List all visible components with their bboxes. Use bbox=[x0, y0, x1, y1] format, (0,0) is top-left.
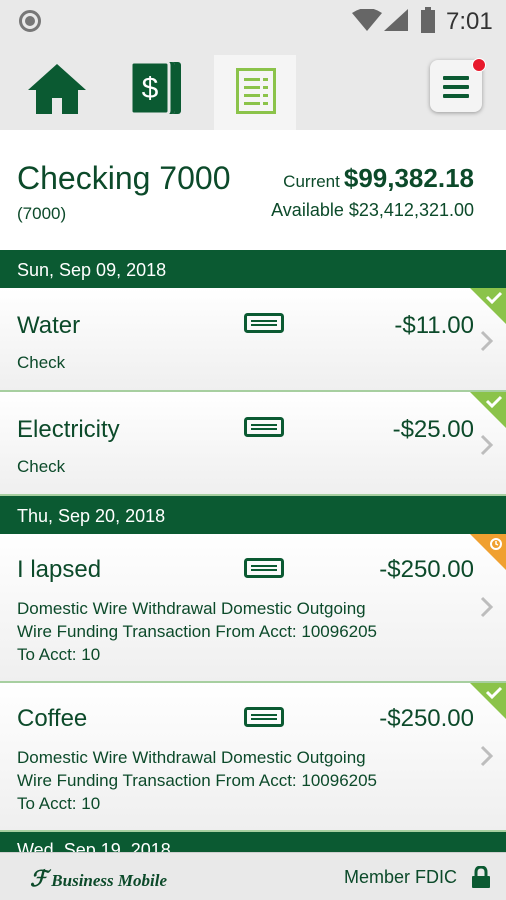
chevron-right-icon[interactable] bbox=[480, 330, 494, 352]
available-value: $23,412,321.00 bbox=[348, 200, 474, 220]
date-header: Wed, Sep 19, 2018 bbox=[0, 832, 506, 854]
description-line: Wire Funding Transaction From Acct: 1009… bbox=[17, 622, 378, 641]
brand-logo: ℱ Business Mobile bbox=[30, 866, 167, 892]
current-label: Current bbox=[283, 172, 340, 191]
transaction-amount: -$250.00 bbox=[379, 705, 474, 732]
battery-icon bbox=[421, 7, 435, 33]
transaction-name: Coffee bbox=[17, 705, 88, 732]
transaction-row[interactable]: Coffee -$250.00 Domestic Wire Withdrawal… bbox=[0, 683, 506, 832]
transaction-row[interactable]: Water Check -$11.00 bbox=[0, 288, 506, 392]
transaction-description: Domestic Wire Withdrawal Domestic Outgoi… bbox=[17, 597, 457, 666]
current-balance: Current $99,382.18 bbox=[283, 163, 474, 194]
current-value: $99,382.18 bbox=[343, 163, 474, 193]
hamburger-icon bbox=[443, 76, 469, 98]
transaction-name: Water bbox=[17, 312, 81, 339]
notification-dot-icon bbox=[19, 10, 41, 32]
notification-badge bbox=[472, 58, 486, 72]
transaction-type: Check bbox=[17, 457, 66, 476]
member-fdic-label: Member FDIC bbox=[344, 867, 458, 887]
card-icon bbox=[244, 313, 284, 333]
cleared-check-icon bbox=[470, 683, 506, 719]
description-line: Wire Funding Transaction From Acct: 1009… bbox=[17, 771, 378, 790]
account-number: (7000) bbox=[17, 204, 67, 223]
footer: ℱ Business Mobile Member FDIC bbox=[0, 852, 506, 900]
chevron-right-icon[interactable] bbox=[480, 596, 494, 618]
account-name: Checking 7000 bbox=[17, 160, 231, 196]
pending-clock-icon bbox=[470, 534, 506, 570]
description-line: Domestic Wire Withdrawal Domestic Outgoi… bbox=[17, 748, 366, 767]
available-balance: Available $23,412,321.00 bbox=[271, 200, 474, 221]
card-icon bbox=[244, 707, 284, 727]
home-icon[interactable] bbox=[26, 62, 88, 114]
svg-text:$: $ bbox=[142, 72, 159, 105]
card-icon bbox=[244, 558, 284, 578]
card-icon bbox=[244, 417, 284, 437]
cleared-check-icon bbox=[470, 288, 506, 324]
status-bar: 7:01 bbox=[0, 0, 506, 40]
description-line: Domestic Wire Withdrawal Domestic Outgoi… bbox=[17, 599, 366, 618]
wifi-icon bbox=[352, 9, 382, 31]
chevron-right-icon[interactable] bbox=[480, 745, 494, 767]
brand-name: Business Mobile bbox=[51, 871, 168, 890]
chevron-right-icon[interactable] bbox=[480, 434, 494, 456]
transaction-name: Electricity bbox=[17, 416, 120, 443]
description-line: To Acct: 10 bbox=[17, 645, 101, 664]
transaction-row[interactable]: I lapsed -$250.00 Domestic Wire Withdraw… bbox=[0, 534, 506, 683]
money-icon[interactable]: $ bbox=[131, 60, 183, 116]
logo-mark-icon: ℱ bbox=[30, 866, 48, 891]
transaction-row[interactable]: Electricity Check -$25.00 bbox=[0, 392, 506, 496]
lock-icon bbox=[472, 866, 490, 888]
date-header: Thu, Sep 20, 2018 bbox=[0, 496, 506, 534]
available-label: Available bbox=[271, 200, 344, 220]
transaction-amount: -$11.00 bbox=[394, 312, 474, 339]
transaction-amount: -$250.00 bbox=[379, 556, 474, 583]
description-line: To Acct: 10 bbox=[17, 794, 101, 813]
transaction-amount: -$25.00 bbox=[392, 416, 474, 443]
date-header: Sun, Sep 09, 2018 bbox=[0, 250, 506, 288]
signal-icon bbox=[384, 9, 408, 31]
transaction-name: I lapsed bbox=[17, 556, 102, 583]
transaction-description: Domestic Wire Withdrawal Domestic Outgoi… bbox=[17, 746, 457, 815]
top-nav: $ bbox=[0, 40, 506, 130]
cleared-check-icon bbox=[470, 392, 506, 428]
transaction-type: Check bbox=[17, 353, 66, 372]
clock: 7:01 bbox=[446, 8, 493, 35]
statement-icon[interactable] bbox=[236, 68, 276, 114]
account-summary: Checking 7000 (7000) Current $99,382.18 A… bbox=[0, 130, 506, 249]
